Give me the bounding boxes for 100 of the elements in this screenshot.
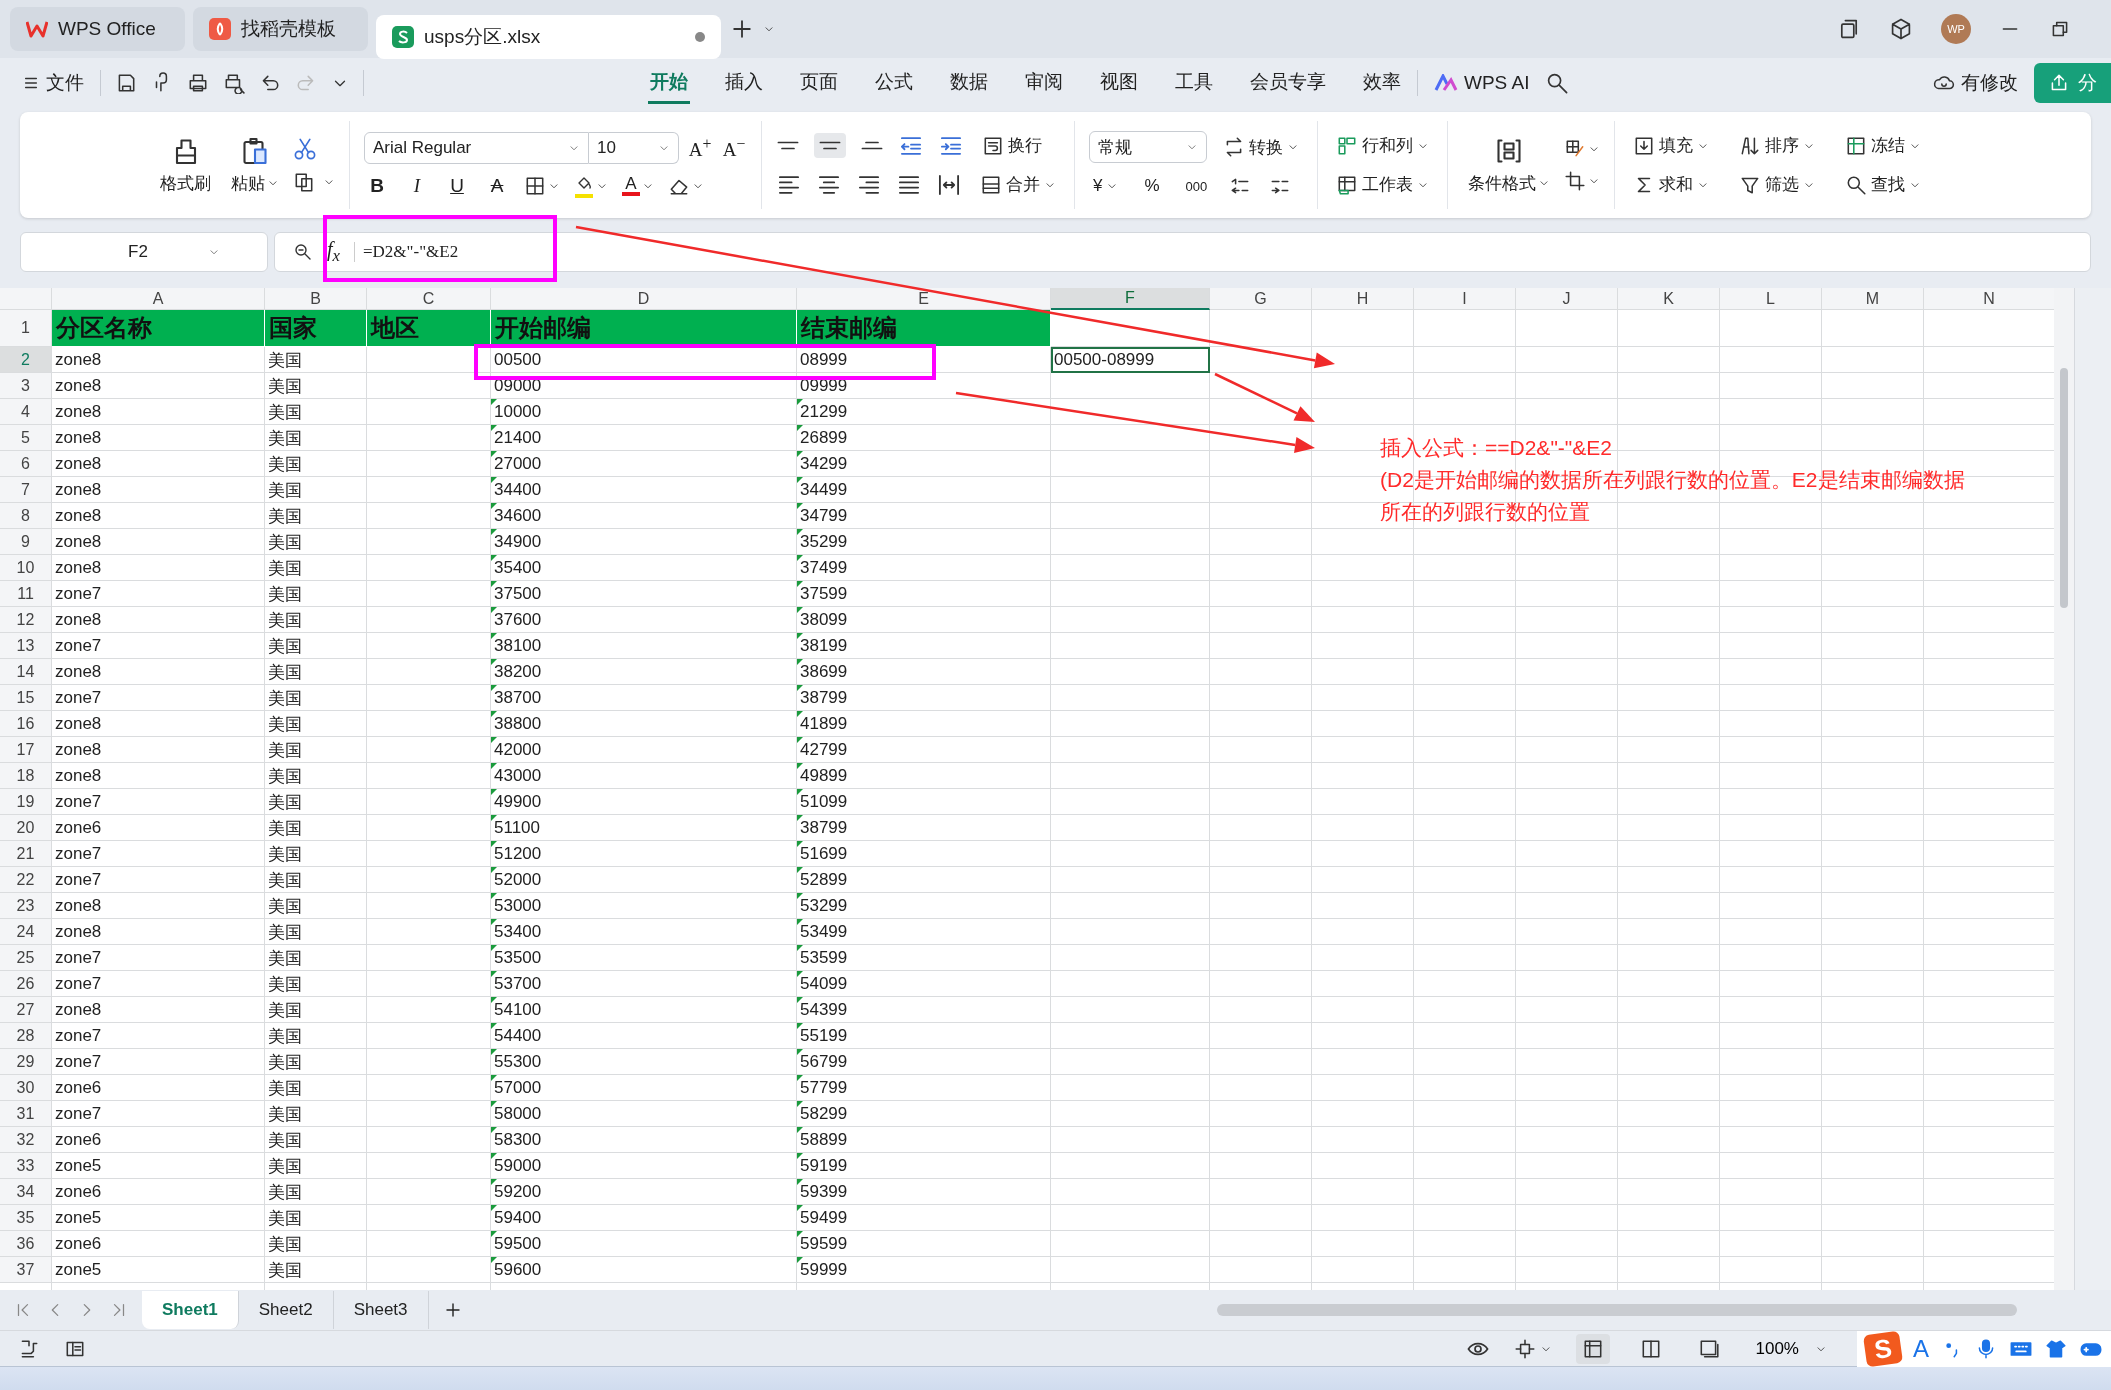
wps-ai-button[interactable]: WPS AI bbox=[1432, 68, 1532, 98]
row-header[interactable]: 33 bbox=[0, 1153, 52, 1179]
ribbon-tab[interactable]: 效率 bbox=[1361, 62, 1403, 104]
cube-icon[interactable] bbox=[1889, 17, 1913, 41]
row-header[interactable]: 11 bbox=[0, 581, 52, 607]
currency-button[interactable]: ¥ bbox=[1089, 173, 1123, 199]
zoom-select[interactable]: 100% bbox=[1749, 1337, 1833, 1360]
rows-columns-button[interactable]: 行和列 bbox=[1332, 131, 1433, 160]
row-header[interactable]: 7 bbox=[0, 477, 52, 503]
column-header[interactable]: E bbox=[797, 288, 1051, 310]
row-header[interactable]: 15 bbox=[0, 685, 52, 711]
function-button[interactable]: f$_{x}$ bbox=[327, 238, 340, 266]
row-header[interactable]: 26 bbox=[0, 971, 52, 997]
row-header[interactable]: 4 bbox=[0, 399, 52, 425]
ribbon-tab[interactable]: 会员专享 bbox=[1248, 62, 1328, 104]
focus-icon[interactable] bbox=[1513, 1337, 1536, 1360]
normal-view-button[interactable] bbox=[1575, 1333, 1610, 1364]
column-header[interactable]: A bbox=[52, 288, 265, 310]
row-header[interactable]: 14 bbox=[0, 659, 52, 685]
row-header[interactable]: 8 bbox=[0, 503, 52, 529]
column-header[interactable]: J bbox=[1516, 288, 1618, 310]
column-header[interactable]: I bbox=[1414, 288, 1516, 310]
row-header[interactable]: 24 bbox=[0, 919, 52, 945]
row-header[interactable]: 9 bbox=[0, 529, 52, 555]
row-header[interactable]: 6 bbox=[0, 451, 52, 477]
row-header[interactable]: 27 bbox=[0, 997, 52, 1023]
shrink-font-button[interactable]: A$^{−}$ bbox=[721, 134, 747, 162]
paste-button[interactable]: 粘贴 bbox=[225, 133, 285, 197]
print-icon[interactable] bbox=[187, 72, 209, 94]
font-color-button[interactable]: A bbox=[622, 176, 640, 196]
ribbon-tab[interactable]: 插入 bbox=[723, 62, 765, 104]
copy-icon[interactable] bbox=[293, 171, 315, 193]
sheet-tab[interactable]: Sheet1 bbox=[142, 1291, 239, 1329]
column-header[interactable]: G bbox=[1210, 288, 1312, 310]
row-header[interactable]: 23 bbox=[0, 893, 52, 919]
row-header[interactable]: 5 bbox=[0, 425, 52, 451]
row-header[interactable]: 17 bbox=[0, 737, 52, 763]
wrap-text-button[interactable]: 换行 bbox=[978, 131, 1046, 160]
row-header[interactable]: 25 bbox=[0, 945, 52, 971]
format-painter-button[interactable]: 格式刷 bbox=[154, 133, 217, 197]
horizontal-scrollbar[interactable] bbox=[1216, 1304, 2017, 1316]
sheet-tab[interactable]: Sheet3 bbox=[333, 1291, 429, 1329]
ribbon-tab[interactable]: 页面 bbox=[798, 62, 840, 104]
row-header[interactable]: 10 bbox=[0, 555, 52, 581]
row-header[interactable]: 28 bbox=[0, 1023, 52, 1049]
number-format-select[interactable]: 常规 bbox=[1089, 131, 1207, 163]
align-bottom-icon[interactable] bbox=[860, 141, 884, 150]
vertical-scrollbar[interactable] bbox=[2054, 288, 2074, 1290]
column-header[interactable]: H bbox=[1312, 288, 1414, 310]
column-header[interactable]: M bbox=[1822, 288, 1924, 310]
percent-button[interactable]: % bbox=[1140, 173, 1164, 199]
grow-font-button[interactable]: A$^{+}$ bbox=[687, 134, 713, 162]
column-header[interactable]: B bbox=[265, 288, 367, 310]
freeze-button[interactable]: 冻结 bbox=[1841, 131, 1925, 160]
row-header[interactable]: 21 bbox=[0, 841, 52, 867]
column-header[interactable]: D bbox=[491, 288, 797, 310]
strike-button[interactable]: A bbox=[484, 175, 510, 197]
formula-field[interactable]: f$_{x}$ =D2&"-"&E2 bbox=[274, 232, 2091, 272]
ribbon-tab[interactable]: 视图 bbox=[1098, 62, 1140, 104]
sheet-tab[interactable]: Sheet2 bbox=[238, 1291, 334, 1329]
row-header[interactable]: 13 bbox=[0, 633, 52, 659]
row-header[interactable]: 1 bbox=[0, 310, 52, 347]
row-header[interactable]: 29 bbox=[0, 1049, 52, 1075]
document-tab[interactable]: 找稻壳模板 bbox=[193, 7, 368, 51]
row-header[interactable]: 30 bbox=[0, 1075, 52, 1101]
scissors-icon[interactable] bbox=[293, 137, 317, 161]
file-menu[interactable]: 文件 bbox=[20, 66, 86, 100]
name-box[interactable]: F2 bbox=[20, 232, 268, 272]
row-header[interactable]: 12 bbox=[0, 607, 52, 633]
fill-button[interactable]: 填充 bbox=[1629, 131, 1713, 160]
convert-button[interactable]: 转换 bbox=[1219, 132, 1303, 162]
row-header[interactable]: 16 bbox=[0, 711, 52, 737]
row-header[interactable]: 19 bbox=[0, 789, 52, 815]
search-icon[interactable] bbox=[1545, 71, 1570, 95]
thousands-separator-button[interactable]: 000 bbox=[1181, 175, 1212, 197]
zoom-icon[interactable] bbox=[293, 242, 313, 262]
conditional-format-button[interactable]: 条件格式 bbox=[1462, 133, 1556, 197]
ribbon-tab[interactable]: 数据 bbox=[948, 62, 990, 104]
merge-button[interactable]: 合并 bbox=[976, 170, 1060, 199]
ribbon-tab[interactable]: 审阅 bbox=[1023, 62, 1065, 104]
font-select[interactable]: Arial Regular bbox=[364, 132, 589, 164]
row-header[interactable]: 37 bbox=[0, 1257, 52, 1283]
ribbon-tab[interactable]: 公式 bbox=[873, 62, 915, 104]
row-header[interactable]: 32 bbox=[0, 1127, 52, 1153]
filter-button[interactable]: 筛选 bbox=[1735, 170, 1819, 199]
document-tab[interactable]: usps分区.xlsx bbox=[376, 15, 721, 59]
ime-mode[interactable]: A bbox=[1913, 1334, 1929, 1363]
ribbon-tab[interactable]: 开始 bbox=[648, 62, 690, 104]
row-header[interactable]: 36 bbox=[0, 1231, 52, 1257]
column-header[interactable]: L bbox=[1720, 288, 1822, 310]
row-header[interactable]: 35 bbox=[0, 1205, 52, 1231]
sort-button[interactable]: 排序 bbox=[1735, 131, 1819, 160]
row-header[interactable]: 3 bbox=[0, 373, 52, 399]
underline-button[interactable]: U bbox=[444, 175, 470, 197]
column-header[interactable]: F bbox=[1051, 288, 1210, 310]
find-button[interactable]: 查找 bbox=[1841, 170, 1925, 199]
row-header[interactable]: 2 bbox=[0, 347, 52, 373]
row-header[interactable]: 20 bbox=[0, 815, 52, 841]
italic-button[interactable]: I bbox=[404, 175, 430, 197]
sum-button[interactable]: 求和 bbox=[1629, 170, 1713, 199]
